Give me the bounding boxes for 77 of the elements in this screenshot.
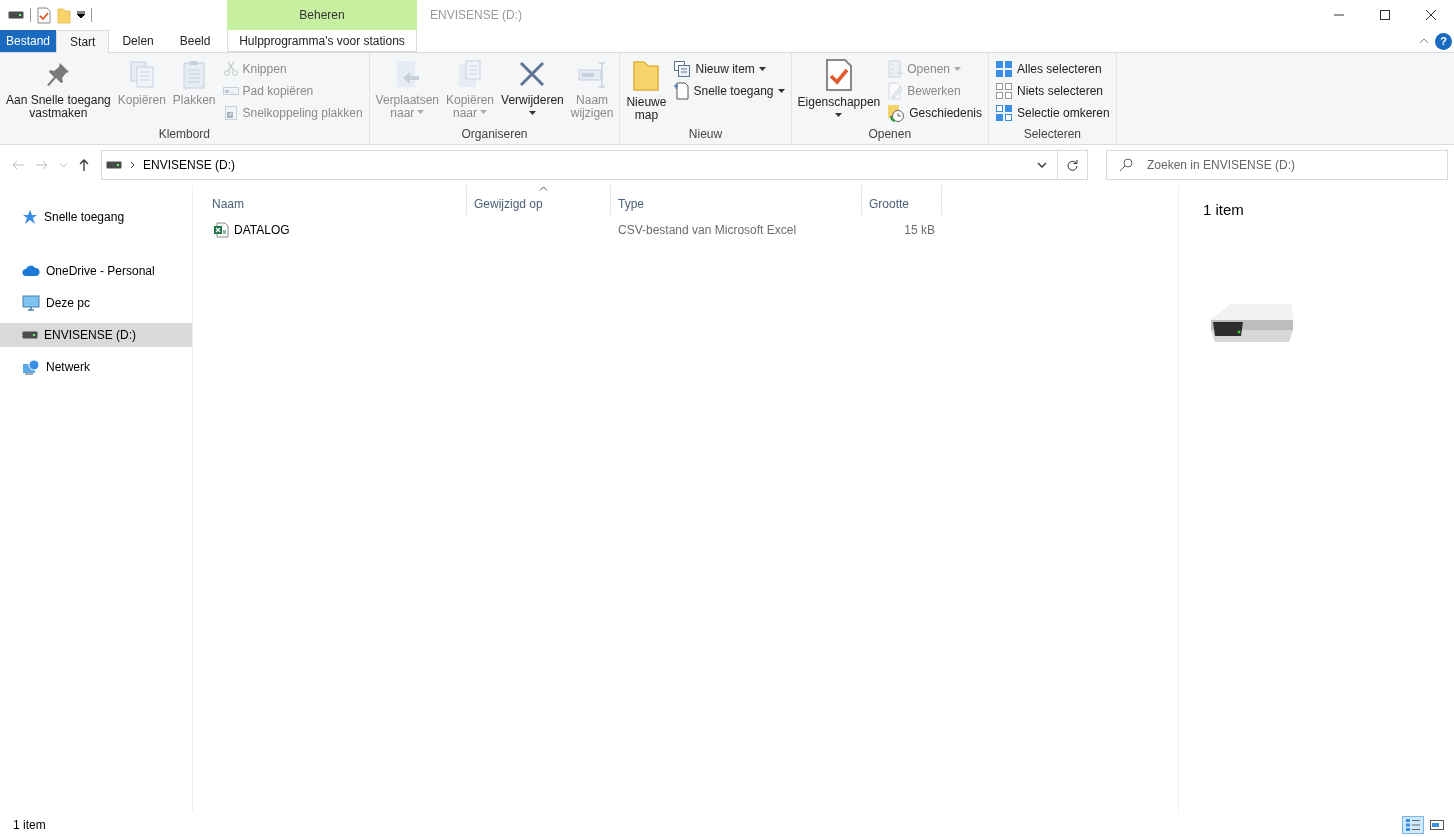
file-row[interactable]: DATALOG CSV-bestand van Microsoft Excel 15 kB bbox=[205, 219, 1178, 241]
drive-icon bbox=[22, 331, 38, 339]
group-label: Klembord bbox=[157, 126, 211, 143]
path-text: ENVISENSE (D:) bbox=[143, 157, 235, 174]
item-count: 1 item bbox=[1203, 200, 1245, 220]
nav-item[interactable]: Deze pc bbox=[0, 291, 192, 315]
drive-icon bbox=[106, 161, 122, 169]
search-icon bbox=[1119, 158, 1133, 172]
network-icon bbox=[22, 359, 40, 375]
ribbon-button[interactable]: Nieuwe map bbox=[623, 56, 670, 126]
file-size: 15 kB bbox=[903, 222, 936, 239]
ribbon-button[interactable]: Nieuw item bbox=[670, 58, 788, 80]
close-icon bbox=[1426, 10, 1436, 20]
chevron-down-icon bbox=[1037, 162, 1047, 168]
properties-icon[interactable] bbox=[37, 6, 51, 24]
file-tab[interactable]: Bestand bbox=[0, 30, 57, 52]
document-icon bbox=[673, 82, 690, 100]
address-field[interactable]: ENVISENSE (D:) bbox=[101, 150, 1088, 180]
grid-icon bbox=[995, 82, 1013, 100]
forward-arrow-icon bbox=[36, 160, 48, 170]
shortcut-icon bbox=[222, 105, 239, 121]
ribbon-button[interactable]: Selectie omkeren bbox=[992, 102, 1113, 124]
refresh-icon bbox=[1067, 159, 1078, 171]
scissors-icon bbox=[222, 61, 239, 77]
details-view-icon bbox=[1405, 817, 1421, 832]
nav-item[interactable]: Netwerk bbox=[0, 355, 192, 379]
view-button[interactable] bbox=[1402, 815, 1424, 834]
file-type: CSV-bestand van Microsoft Excel bbox=[617, 222, 798, 239]
status-text: 1 item bbox=[13, 816, 46, 834]
chevron-icon bbox=[130, 161, 135, 169]
file-name: DATALOG bbox=[234, 222, 290, 239]
caret-icon bbox=[60, 163, 67, 167]
column-header[interactable]: Grootte bbox=[862, 185, 942, 215]
edit-icon bbox=[887, 82, 904, 100]
grid-icon bbox=[995, 60, 1013, 78]
ribbon-button[interactable]: Geschiedenis bbox=[884, 102, 985, 124]
context-tab-header: Beheren bbox=[227, 0, 417, 30]
search-field[interactable]: Zoeken in ENVISENSE (D:) bbox=[1106, 150, 1448, 180]
monitor-icon bbox=[22, 295, 40, 311]
ribbon-tab[interactable]: Hulpprogramma's voor stations bbox=[227, 30, 417, 52]
drive-icon bbox=[8, 11, 24, 19]
spreadsheet-file-icon bbox=[213, 222, 229, 238]
ribbon-button[interactable]: Aan Snelle toegang vastmaken bbox=[3, 56, 114, 126]
ribbon-button[interactable]: Verwijderen bbox=[498, 56, 567, 126]
ribbon-tab[interactable]: Delen bbox=[109, 30, 167, 52]
nav-item[interactable]: ENVISENSE (D:) bbox=[0, 323, 192, 347]
maximize-icon bbox=[1380, 10, 1390, 20]
up-arrow-icon bbox=[79, 159, 89, 171]
open-icon bbox=[887, 60, 904, 78]
history-icon bbox=[887, 104, 906, 122]
group-label: Organiseren bbox=[460, 126, 529, 143]
ribbon-button[interactable]: Snelle toegang bbox=[670, 80, 788, 102]
ribbon-button[interactable]: Niets selecteren bbox=[992, 80, 1113, 102]
large-icons-view-icon bbox=[1429, 817, 1445, 832]
ribbon-button[interactable]: Eigenschappen bbox=[794, 56, 884, 126]
back-arrow-icon bbox=[12, 160, 24, 170]
nav-item[interactable]: OneDrive - Personal bbox=[0, 259, 192, 283]
folder-icon bbox=[632, 58, 661, 92]
ribbon-tab[interactable]: Start bbox=[56, 30, 110, 53]
window-title: ENVISENSE (D:) bbox=[430, 7, 522, 24]
ribbon-tab[interactable]: Beeld bbox=[166, 30, 224, 52]
help-button[interactable]: ? bbox=[1435, 32, 1452, 50]
collapse-ribbon-icon[interactable] bbox=[1419, 38, 1429, 44]
new-item-icon bbox=[673, 60, 692, 78]
column-header[interactable]: Type bbox=[611, 185, 862, 215]
ribbon-button[interactable]: Alles selecteren bbox=[992, 58, 1113, 80]
customize-dropdown-icon[interactable] bbox=[77, 11, 85, 19]
nav-item[interactable]: Snelle toegang bbox=[0, 205, 192, 229]
checkmark-document-icon bbox=[824, 58, 853, 92]
group-label: Openen bbox=[867, 126, 913, 143]
group-label: Selecteren bbox=[1022, 126, 1083, 143]
grid-icon bbox=[995, 104, 1013, 122]
star-icon bbox=[22, 209, 38, 225]
cloud-icon bbox=[22, 265, 40, 277]
group-label: Nieuw bbox=[687, 126, 724, 143]
column-header[interactable]: Gewijzigd op bbox=[467, 185, 611, 215]
column-header[interactable]: Naam bbox=[205, 185, 467, 215]
